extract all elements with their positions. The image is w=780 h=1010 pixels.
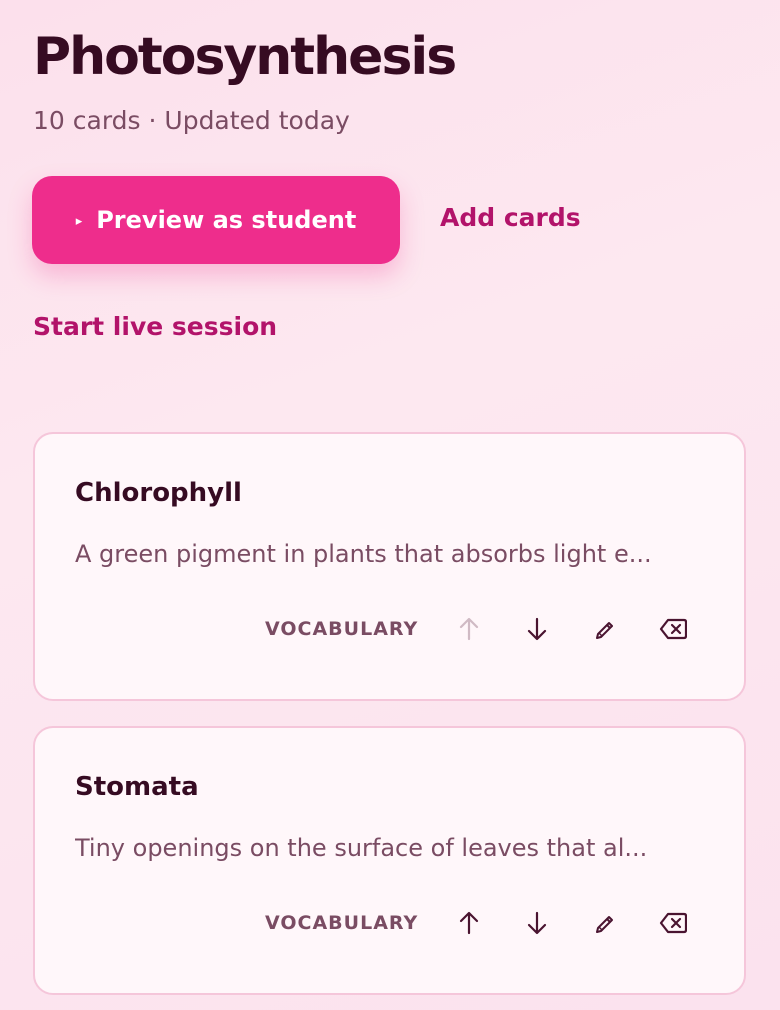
move-down-button[interactable] [520, 908, 554, 938]
card-actions: VOCABULARY [265, 908, 690, 938]
pencil-icon [596, 916, 614, 933]
backspace-delete-icon [660, 618, 688, 640]
arrow-down-icon [528, 911, 547, 935]
card-title: Chlorophyll [75, 478, 242, 508]
arrow-up-icon [460, 617, 479, 641]
card-description: A green pigment in plants that absorbs l… [75, 540, 652, 568]
card-title: Stomata [75, 772, 199, 802]
delete-button[interactable] [656, 614, 690, 644]
move-up-button[interactable] [452, 614, 486, 644]
edit-button[interactable] [588, 614, 622, 644]
card-tag: VOCABULARY [265, 912, 419, 934]
preview-as-student-button[interactable]: ▸ Preview as student [32, 176, 400, 264]
card: Chlorophyll A green pigment in plants th… [33, 432, 746, 701]
arrow-down-icon [528, 617, 547, 641]
card: Stomata Tiny openings on the surface of … [33, 726, 746, 995]
move-down-button[interactable] [520, 614, 554, 644]
add-cards-link[interactable]: Add cards [440, 203, 581, 232]
backspace-delete-icon [660, 912, 688, 934]
pencil-icon [596, 622, 614, 639]
card-description: Tiny openings on the surface of leaves t… [75, 834, 648, 862]
arrow-up-icon [460, 911, 479, 935]
preview-button-label: Preview as student [96, 206, 357, 234]
card-tag: VOCABULARY [265, 618, 419, 640]
move-up-button[interactable] [452, 908, 486, 938]
delete-button[interactable] [656, 908, 690, 938]
start-live-session-link[interactable]: Start live session [33, 312, 277, 341]
deck-meta: 10 cards · Updated today [33, 106, 350, 135]
play-icon: ▸ [75, 213, 83, 229]
page-title: Photosynthesis [33, 27, 457, 87]
card-actions: VOCABULARY [265, 614, 690, 644]
edit-button[interactable] [588, 908, 622, 938]
